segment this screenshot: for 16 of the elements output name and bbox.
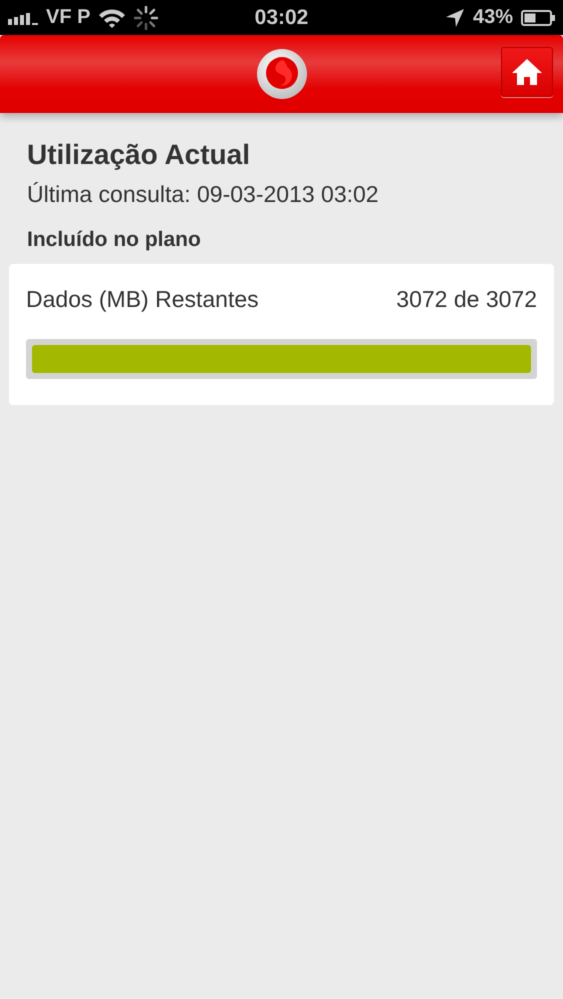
carrier-name: VF P [46, 6, 90, 29]
battery-percentage: 43% [472, 6, 513, 29]
battery-icon [521, 10, 555, 26]
last-check-text: Última consulta: 09-03-2013 03:02 [27, 181, 380, 208]
usage-label: Dados (MB) Restantes [26, 286, 259, 313]
home-icon [511, 58, 543, 86]
page-title: Utilização Actual [27, 139, 252, 171]
speech-mark-logo [256, 48, 308, 100]
signal-icon [8, 10, 38, 24]
clock-time: 03:02 [254, 6, 308, 30]
section-heading: Incluído no plano [27, 228, 202, 252]
location-arrow-icon [444, 8, 465, 28]
wifi-icon [98, 8, 126, 28]
home-button[interactable] [501, 47, 553, 97]
usage-reading: 3072 de 3072 [396, 286, 537, 313]
spinner-icon [134, 6, 158, 30]
